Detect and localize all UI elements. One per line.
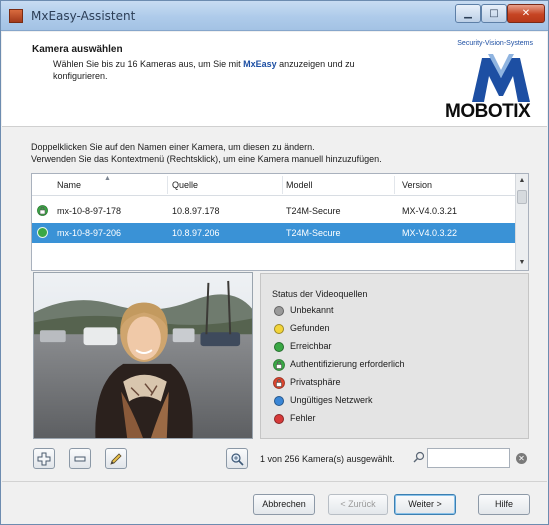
network-search-button[interactable] bbox=[226, 448, 248, 469]
gray-dot-icon bbox=[274, 306, 284, 316]
list-scrollbar[interactable]: ▲ ▼ bbox=[515, 174, 528, 270]
camera-source: 10.8.97.206 bbox=[172, 228, 220, 238]
status-label: Erreichbar bbox=[290, 341, 332, 351]
network-search-icon bbox=[231, 453, 244, 466]
column-header-model[interactable]: Modell bbox=[286, 180, 313, 190]
privacy-lock-icon bbox=[273, 377, 285, 389]
camera-preview-image bbox=[33, 272, 253, 439]
status-label: Unbekannt bbox=[290, 305, 334, 315]
column-header-name[interactable]: Name bbox=[57, 180, 81, 190]
title-bar[interactable]: MxEasy-Assistent ▁ □ ✕ bbox=[1, 1, 548, 31]
search-icon bbox=[413, 451, 425, 463]
window-title: MxEasy-Assistent bbox=[31, 9, 136, 23]
minus-icon bbox=[74, 456, 86, 462]
status-label: Fehler bbox=[290, 413, 316, 423]
column-separator[interactable] bbox=[167, 176, 168, 194]
mobotix-logo-mark-icon bbox=[472, 54, 530, 102]
clear-icon[interactable]: ✕ bbox=[516, 453, 527, 464]
status-label: Ungültiges Netzwerk bbox=[290, 395, 373, 405]
description-text-start: Wählen Sie bis zu 16 Kameras aus, um Sie… bbox=[53, 59, 244, 69]
scroll-down-icon[interactable]: ▼ bbox=[516, 256, 528, 270]
instruction-line-2: Verwenden Sie das Kontextmenü (Rechtskli… bbox=[31, 154, 382, 164]
search-input[interactable] bbox=[427, 448, 510, 468]
camera-name[interactable]: mx-10-8-97-178 bbox=[57, 206, 121, 216]
status-label: Authentifizierung erforderlich bbox=[290, 359, 405, 369]
brand-name: MxEasy bbox=[243, 59, 277, 69]
logo-tagline: Security-Vision-Systems bbox=[457, 40, 533, 47]
blue-dot-icon bbox=[274, 396, 284, 406]
app-icon bbox=[9, 9, 23, 23]
camera-name[interactable]: mx-10-8-97-206 bbox=[57, 228, 121, 238]
camera-version: MX-V4.0.3.22 bbox=[402, 228, 458, 238]
table-row-selected[interactable]: mx-10-8-97-206 10.8.97.206 T24M-Secure M… bbox=[32, 223, 516, 243]
scroll-thumb[interactable] bbox=[517, 190, 527, 204]
back-button[interactable]: < Zurück bbox=[328, 494, 388, 515]
next-button[interactable]: Weiter > bbox=[394, 494, 456, 515]
cancel-button[interactable]: Abbrechen bbox=[253, 494, 315, 515]
add-camera-button[interactable] bbox=[33, 448, 55, 469]
help-button[interactable]: Hilfe bbox=[478, 494, 530, 515]
status-label: Privatsphäre bbox=[290, 377, 341, 387]
instruction-line-1: Doppelklicken Sie auf den Namen einer Ka… bbox=[31, 142, 315, 152]
camera-model: T24M-Secure bbox=[286, 228, 341, 238]
status-legend-panel: Status der Videoquellen Unbekannt Gefund… bbox=[260, 273, 529, 439]
page-title: Kamera auswählen bbox=[32, 44, 123, 55]
maximize-button[interactable]: □ bbox=[481, 4, 507, 23]
column-header-version[interactable]: Version bbox=[402, 180, 432, 190]
logo-wordmark: MOBOTIX bbox=[445, 101, 531, 122]
red-dot-icon bbox=[274, 414, 284, 424]
auth-required-icon bbox=[37, 205, 48, 216]
wizard-header: Kamera auswählen Wählen Sie bis zu 16 Ka… bbox=[2, 32, 547, 127]
pencil-icon bbox=[110, 453, 122, 465]
selection-count: 1 von 256 Kamera(s) ausgewählt. bbox=[260, 454, 395, 464]
remove-camera-button[interactable] bbox=[69, 448, 91, 469]
yellow-dot-icon bbox=[274, 324, 284, 334]
sort-ascending-icon: ▲ bbox=[104, 175, 111, 182]
list-header: ▲ Name Quelle Modell Version bbox=[32, 174, 516, 196]
status-label: Gefunden bbox=[290, 323, 330, 333]
camera-version: MX-V4.0.3.21 bbox=[402, 206, 458, 216]
camera-list[interactable]: ▲ Name Quelle Modell Version mx-10-8-97-… bbox=[31, 173, 529, 271]
scroll-up-icon[interactable]: ▲ bbox=[516, 174, 528, 188]
status-legend-title: Status der Videoquellen bbox=[272, 289, 368, 299]
table-row[interactable]: mx-10-8-97-178 10.8.97.178 T24M-Secure M… bbox=[32, 201, 516, 221]
footer-divider bbox=[2, 481, 547, 482]
close-button[interactable]: ✕ bbox=[507, 4, 545, 23]
minimize-button[interactable]: ▁ bbox=[455, 4, 481, 23]
edit-camera-button[interactable] bbox=[105, 448, 127, 469]
instructions: Doppelklicken Sie auf den Namen einer Ka… bbox=[31, 141, 382, 165]
reachable-status-icon bbox=[37, 227, 48, 238]
wizard-window: MxEasy-Assistent ▁ □ ✕ Kamera auswählen … bbox=[0, 0, 549, 525]
plus-icon bbox=[37, 452, 51, 466]
column-separator[interactable] bbox=[282, 176, 283, 194]
camera-source: 10.8.97.178 bbox=[172, 206, 220, 216]
green-lock-icon bbox=[273, 359, 285, 371]
column-separator[interactable] bbox=[394, 176, 395, 194]
camera-model: T24M-Secure bbox=[286, 206, 341, 216]
column-header-source[interactable]: Quelle bbox=[172, 180, 198, 190]
page-description: Wählen Sie bis zu 16 Kameras aus, um Sie… bbox=[53, 58, 393, 82]
green-dot-icon bbox=[274, 342, 284, 352]
